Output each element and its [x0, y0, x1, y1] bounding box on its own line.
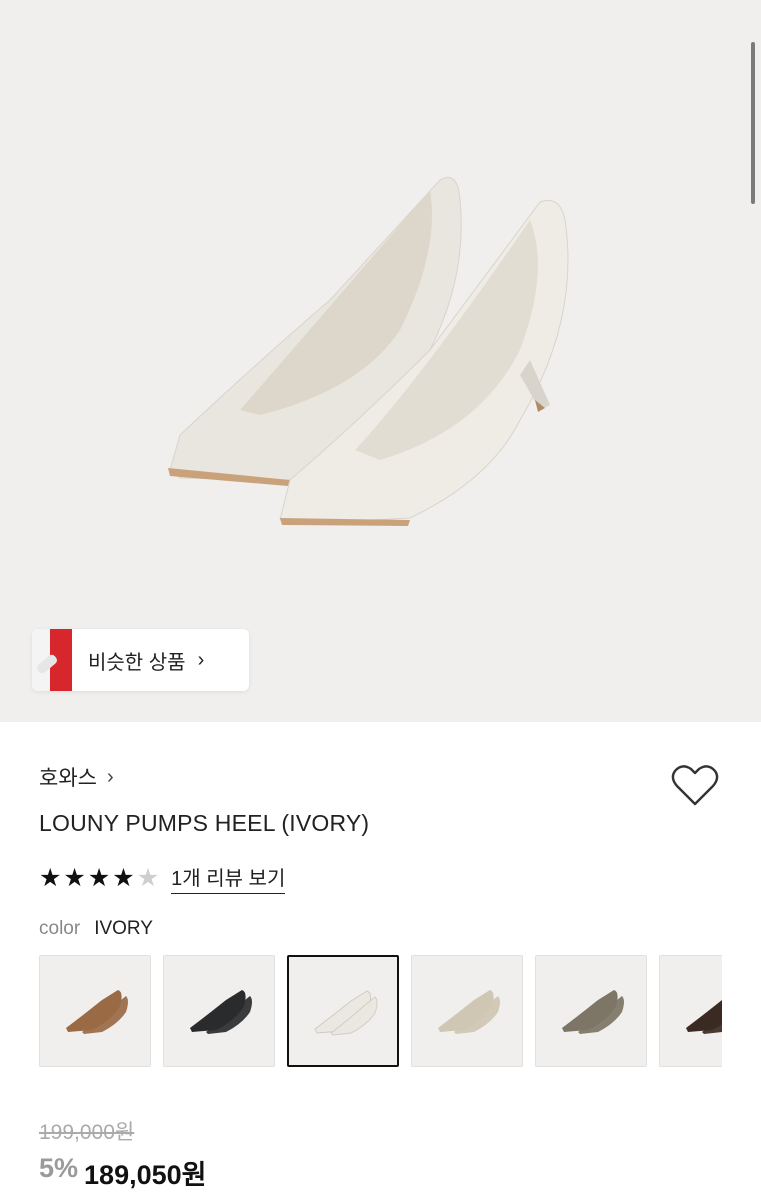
star-icon: ★: [112, 864, 135, 892]
product-title: LOUNY PUMPS HEEL (IVORY): [39, 810, 370, 836]
similar-products-button[interactable]: 비슷한 상품 ›: [32, 629, 249, 691]
scrollbar[interactable]: [751, 42, 755, 204]
color-swatch-black[interactable]: [163, 955, 275, 1067]
similar-products-thumbnail: [32, 629, 72, 691]
color-swatch-ivory[interactable]: [287, 955, 399, 1067]
chevron-right-icon: ›: [106, 765, 114, 788]
shoe-thumbnail: [190, 990, 252, 1034]
color-label: color: [39, 918, 81, 939]
color-value: IVORY: [94, 918, 153, 939]
product-image[interactable]: 비슷한 상품 ›: [0, 0, 761, 722]
product-photo: [168, 177, 569, 526]
color-swatch-khaki[interactable]: [535, 955, 647, 1067]
star-icon: ★: [63, 864, 86, 892]
shoe-thumbnail: [314, 990, 378, 1036]
color-swatch-brown[interactable]: [39, 955, 151, 1067]
shoe-thumbnail: [562, 990, 624, 1034]
color-swatch-list: [39, 955, 722, 1067]
rating: ★ ★ ★ ★ ★ 1개 리뷰 보기: [39, 862, 286, 894]
star-empty-icon: ★: [136, 864, 160, 892]
reviews-link[interactable]: 1개 리뷰 보기: [171, 862, 286, 894]
color-swatch-beige[interactable]: [411, 955, 523, 1067]
discount-rate: 5%: [39, 1153, 79, 1183]
shoe-thumbnail: [686, 1000, 722, 1034]
final-price: 189,050원: [84, 1160, 207, 1190]
brand-link[interactable]: 호와스 ›: [39, 762, 114, 792]
color-swatch-dark-brown[interactable]: [659, 955, 722, 1067]
similar-products-label: 비슷한 상품: [88, 651, 186, 674]
brand-name: 호와스: [39, 767, 97, 790]
price-row: 5% 189,050원: [39, 1153, 206, 1192]
shoe-thumbnail: [66, 990, 128, 1034]
heart-icon[interactable]: [670, 762, 720, 808]
star-icon: ★: [39, 864, 62, 892]
star-icon: ★: [87, 864, 111, 892]
shoe-thumbnail: [438, 990, 500, 1034]
color-selection: color IVORY: [39, 918, 153, 940]
chevron-right-icon: ›: [197, 648, 205, 671]
original-price: 199,000원: [39, 1121, 135, 1144]
